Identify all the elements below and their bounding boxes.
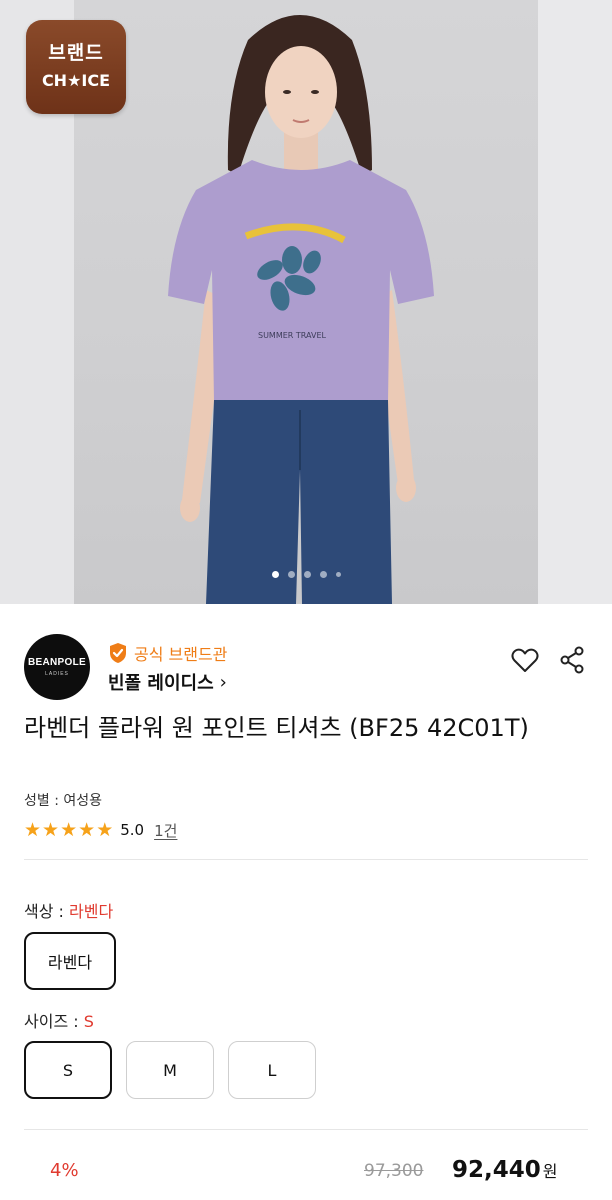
wishlist-button[interactable]: [510, 645, 540, 675]
brand-logo[interactable]: BEANPOLE LADIES: [24, 634, 90, 700]
shirt-print-text: SUMMER TRAVEL: [258, 331, 327, 340]
color-option-label: 색상 : 라벤다: [24, 898, 113, 922]
discount-rate: 4%: [50, 1160, 79, 1181]
star-icon: ★: [42, 819, 60, 841]
divider: [24, 1129, 588, 1130]
original-price: 97,300: [364, 1161, 424, 1181]
official-brand-text: 공식 브랜드관: [134, 645, 228, 664]
badge-line-1: 브랜드: [48, 42, 104, 64]
brand-store-link[interactable]: 빈폴 레이디스 ›: [108, 669, 227, 695]
color-chip-label: 라벤다: [47, 953, 93, 972]
carousel-indicator: [0, 571, 612, 578]
carousel-dot-active[interactable]: [271, 571, 279, 578]
final-price: 92,440 원: [452, 1157, 558, 1183]
size-chip-label: S: [62, 1060, 74, 1080]
size-chip-s[interactable]: S: [24, 1041, 112, 1099]
carousel-dot[interactable]: [303, 571, 311, 578]
size-chip-l[interactable]: L: [228, 1041, 316, 1099]
product-image-carousel[interactable]: SUMMER TRAVEL 브랜드 CH★ICE: [0, 0, 612, 604]
chevron-right-icon: ›: [219, 671, 227, 693]
brand-logo-text: BEANPOLE: [28, 657, 86, 668]
brand-choice-badge: 브랜드 CH★ICE: [26, 20, 126, 114]
size-chip-label: M: [163, 1060, 177, 1080]
color-label-text: 색상 :: [24, 902, 70, 921]
rating-score: 5.0: [120, 821, 145, 839]
color-selected-value: 라벤다: [69, 902, 114, 921]
heart-icon: [511, 648, 539, 672]
star-icon: ★: [24, 819, 42, 841]
currency-unit: 원: [542, 1162, 558, 1181]
final-price-value: 92,440: [452, 1157, 541, 1183]
size-chip-label: L: [267, 1060, 277, 1080]
rating-row: ★ ★ ★ ★ ★ 5.0 1건: [24, 819, 177, 841]
carousel-dot[interactable]: [335, 572, 341, 577]
brand-name: 빈폴 레이디스: [108, 673, 214, 694]
official-brand-label: 공식 브랜드관: [108, 641, 227, 665]
badge-line-2: CH★ICE: [41, 71, 111, 90]
shield-check-icon: [110, 643, 126, 663]
carousel-dot[interactable]: [287, 571, 295, 578]
share-button[interactable]: [557, 645, 587, 675]
gender-info: 성별 : 여성용: [24, 793, 103, 809]
carousel-dot[interactable]: [319, 571, 327, 578]
size-label-text: 사이즈 :: [24, 1012, 84, 1031]
share-icon: [560, 646, 584, 674]
size-option-label: 사이즈 : S: [24, 1008, 94, 1032]
size-selected-value: S: [83, 1012, 94, 1031]
star-icon: ★: [96, 819, 114, 841]
size-chip-m[interactable]: M: [126, 1041, 214, 1099]
product-title: 라벤더 플라워 원 포인트 티셔츠 (BF25 42C01T): [24, 714, 529, 742]
brand-logo-subtext: LADIES: [45, 671, 69, 677]
star-icon: ★: [78, 819, 96, 841]
star-icon: ★: [60, 819, 78, 841]
color-chip-lavender[interactable]: 라벤다: [24, 932, 116, 990]
divider: [24, 859, 588, 860]
review-count-link[interactable]: 1건: [154, 820, 177, 841]
